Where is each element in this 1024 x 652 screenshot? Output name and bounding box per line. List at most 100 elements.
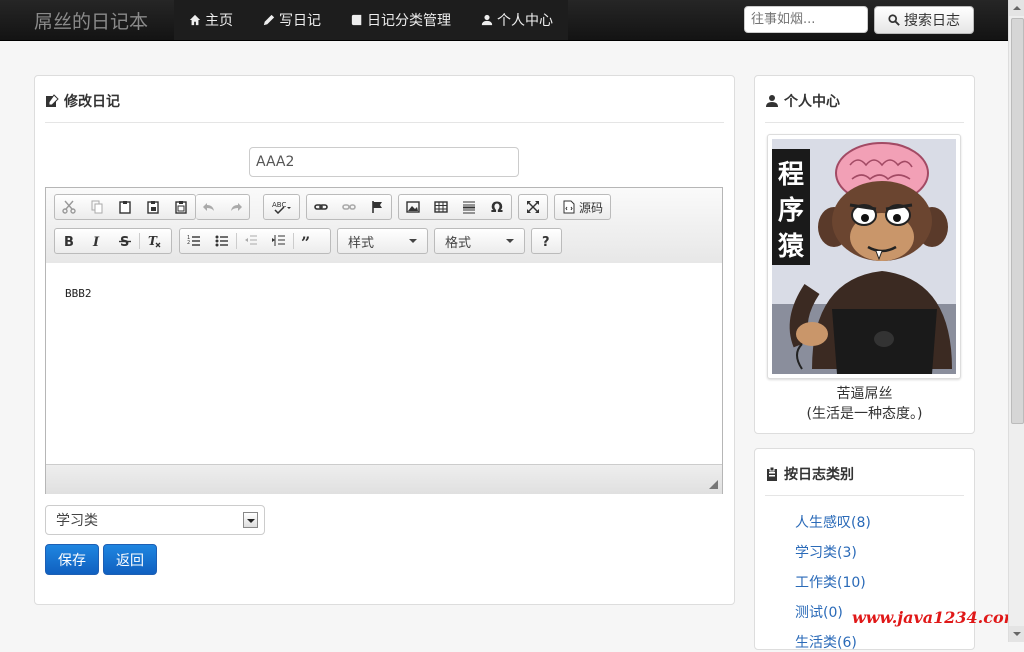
indent-button[interactable] <box>265 229 293 253</box>
anchor-button[interactable] <box>363 195 391 219</box>
copy-icon <box>91 200 103 214</box>
unlink-button[interactable] <box>335 195 363 219</box>
category-link[interactable]: 学习类(3) <box>795 542 857 562</box>
category-title: 按日志类别 <box>784 467 854 483</box>
omega-icon: Ω <box>491 200 503 214</box>
rich-text-editor: ABC Ω 源码 B I S T 1 2 ” 样式 格式 ? BBB2 <box>45 187 723 494</box>
paste-text-button[interactable] <box>139 195 167 219</box>
profile-title: 个人中心 <box>784 94 840 110</box>
home-icon <box>189 14 201 26</box>
table-button[interactable] <box>427 195 455 219</box>
help-icon: ? <box>542 235 550 248</box>
svg-text:B: B <box>64 235 74 248</box>
nav-item-category[interactable]: 日记分类管理 <box>336 0 466 40</box>
category-select-value: 学习类 <box>56 513 98 529</box>
category-link[interactable]: 工作类(10) <box>795 572 866 592</box>
avatar[interactable]: 程 序 猿 <box>772 139 956 374</box>
link-group <box>306 194 392 220</box>
nav-item-home[interactable]: 主页 <box>174 0 248 40</box>
scroll-up-arrow-icon[interactable] <box>1009 0 1024 16</box>
unlink-icon <box>342 204 356 210</box>
search-button[interactable]: 搜索日志 <box>874 6 974 34</box>
category-link[interactable]: 测试(0) <box>795 602 843 622</box>
user-icon <box>481 14 493 26</box>
undo-icon <box>203 203 215 211</box>
redo-icon <box>230 203 242 211</box>
nav-item-profile[interactable]: 个人中心 <box>466 0 568 40</box>
remove-format-button[interactable]: T <box>140 229 168 253</box>
nav-item-label: 日记分类管理 <box>367 13 451 29</box>
source-button[interactable]: 源码 <box>555 195 610 219</box>
strike-button[interactable]: S <box>111 229 139 253</box>
italic-button[interactable]: I <box>83 229 111 253</box>
source-icon <box>563 200 575 214</box>
editor-status-bar <box>46 464 722 494</box>
search-button-label: 搜索日志 <box>904 13 960 29</box>
profile-panel: 个人中心 程 序 猿 苦逼屌丝 (生活是一种态度。) <box>754 75 975 434</box>
remove-format-icon: T <box>148 234 161 248</box>
page-title: 修改日记 <box>64 94 120 110</box>
user-icon <box>766 95 778 107</box>
resize-handle-icon[interactable] <box>709 480 718 489</box>
paste-word-button[interactable] <box>167 195 195 219</box>
avatar-label-char: 猿 <box>777 232 805 262</box>
category-link[interactable]: 生活类(6) <box>795 632 857 652</box>
save-button[interactable]: 保存 <box>45 544 99 575</box>
redo-button[interactable] <box>223 195 250 219</box>
outdent-button[interactable] <box>237 229 265 253</box>
main-nav: 主页 写日记 日记分类管理 个人中心 <box>174 0 568 40</box>
paste-button[interactable] <box>111 195 139 219</box>
avatar-label-char: 序 <box>778 195 804 226</box>
editor-content-area[interactable]: BBB2 <box>46 263 722 463</box>
undo-button[interactable] <box>196 195 223 219</box>
category-select[interactable]: 学习类 <box>45 505 265 535</box>
bold-icon: B <box>64 235 74 248</box>
outdent-icon <box>245 235 257 245</box>
maximize-icon <box>527 201 539 213</box>
format-combo[interactable]: 格式 <box>434 228 525 254</box>
styles-combo[interactable]: 样式 <box>337 228 428 254</box>
panel-title: 修改日记 <box>45 91 120 111</box>
diary-title-input[interactable] <box>249 147 519 177</box>
avatar-label-char: 程 <box>778 160 804 190</box>
edit-diary-panel: 修改日记 ABC <box>34 75 735 605</box>
horizontal-rule-button[interactable] <box>455 195 483 219</box>
book-icon <box>351 14 362 26</box>
back-button[interactable]: 返回 <box>103 544 157 575</box>
search-icon <box>888 14 900 26</box>
image-button[interactable] <box>399 195 427 219</box>
link-icon <box>314 204 328 210</box>
avatar-frame: 程 序 猿 <box>767 134 961 379</box>
spellcheck-button[interactable]: ABC <box>264 195 299 219</box>
page-scrollbar[interactable] <box>1008 0 1024 642</box>
maximize-button[interactable] <box>519 195 547 219</box>
format-combo-label: 格式 <box>445 235 472 251</box>
help-button[interactable]: ? <box>532 229 560 253</box>
category-link[interactable]: 人生感叹(8) <box>795 512 871 532</box>
chevron-down-icon[interactable] <box>243 512 258 528</box>
flag-icon <box>372 201 382 213</box>
indent-icon <box>272 235 285 246</box>
nav-item-label: 写日记 <box>279 13 321 29</box>
paste-word-icon <box>175 201 187 214</box>
numbered-list-button[interactable]: 12 <box>180 229 208 253</box>
clipboard-icon <box>767 467 777 481</box>
bulleted-list-button[interactable] <box>208 229 236 253</box>
undo-group <box>196 194 250 220</box>
svg-text:”: ” <box>301 234 310 248</box>
search-input[interactable] <box>744 6 868 33</box>
link-button[interactable] <box>307 195 335 219</box>
spellcheck-group: ABC <box>263 194 300 220</box>
bold-button[interactable]: B <box>55 229 83 253</box>
panel-title: 按日志类别 <box>765 464 854 484</box>
cut-button[interactable] <box>55 195 83 219</box>
brand-title[interactable]: 屌丝的日记本 <box>34 7 148 34</box>
scroll-down-arrow-icon[interactable] <box>1009 626 1024 642</box>
pencil-icon <box>263 14 275 26</box>
nav-item-write[interactable]: 写日记 <box>248 0 336 40</box>
scroll-thumb[interactable] <box>1011 18 1024 424</box>
copy-button[interactable] <box>83 195 111 219</box>
svg-text:ABC: ABC <box>272 201 286 209</box>
blockquote-button[interactable]: ” <box>294 229 322 253</box>
special-char-button[interactable]: Ω <box>483 195 511 219</box>
